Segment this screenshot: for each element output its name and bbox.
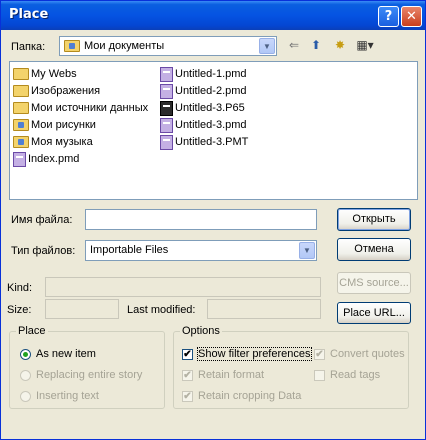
place-group-title: Place xyxy=(16,325,48,337)
options-group-title: Options xyxy=(180,325,222,337)
filename-input[interactable] xyxy=(85,209,317,230)
folder-icon xyxy=(13,68,29,81)
open-button[interactable]: Открыть xyxy=(337,208,411,231)
list-item[interactable]: Untitled-1.pmd xyxy=(160,66,247,83)
new-folder-icon[interactable]: ✸ xyxy=(331,37,349,53)
help-button[interactable]: ? xyxy=(378,6,399,27)
filetype-value: Importable Files xyxy=(90,244,169,256)
list-item[interactable]: Untitled-3.PMT xyxy=(160,134,248,151)
kind-label: Kind: xyxy=(7,282,33,294)
convert-quotes-label: Convert quotes xyxy=(330,348,405,360)
kind-field xyxy=(45,277,321,297)
list-item[interactable]: Untitled-2.pmd xyxy=(160,83,247,100)
inserting-text-label: Inserting text xyxy=(36,390,99,402)
file-list[interactable]: My Webs Изображения Мои источники данных… xyxy=(9,61,418,200)
retain-cropping-checkbox: ✔ xyxy=(182,391,193,402)
lookin-value: Мои документы xyxy=(84,40,165,52)
place-dialog: Place ? ✕ Папка: Мои документы ▼ ⇐ ⬆ ✸ ▦… xyxy=(0,0,426,440)
retain-format-label: Retain format xyxy=(198,369,265,381)
music-folder-icon xyxy=(13,136,29,149)
list-item[interactable]: Мои источники данных xyxy=(13,100,148,117)
document-icon xyxy=(13,151,26,167)
filetype-label: Тип файлов: xyxy=(11,245,76,257)
read-tags-label: Read tags xyxy=(330,369,381,381)
lookin-label: Папка: xyxy=(11,41,46,53)
size-field xyxy=(45,299,119,319)
as-new-item-radio[interactable] xyxy=(20,349,31,360)
list-item[interactable]: Изображения xyxy=(13,83,100,100)
title-bar[interactable]: Place ? ✕ xyxy=(1,1,425,30)
place-url-button[interactable]: Place URL... xyxy=(337,302,411,324)
convert-quotes-checkbox: ✔ xyxy=(314,349,325,360)
lookin-combo[interactable]: Мои документы ▼ xyxy=(59,36,277,56)
chevron-down-icon[interactable]: ▼ xyxy=(299,242,315,259)
cms-source-button: CMS source... xyxy=(337,272,411,294)
retain-cropping-label: Retain cropping Data xyxy=(198,390,302,402)
show-filter-label[interactable]: Show filter preferences xyxy=(197,347,312,361)
back-icon[interactable]: ⇐ xyxy=(285,37,303,53)
size-label: Size: xyxy=(7,304,32,316)
window-title: Place xyxy=(9,7,49,22)
read-tags-checkbox xyxy=(314,370,325,381)
replacing-story-label: Replacing entire story xyxy=(36,369,143,381)
list-item[interactable]: My Webs xyxy=(13,66,77,83)
document-icon xyxy=(160,117,173,133)
chevron-down-icon[interactable]: ▼ xyxy=(259,38,275,54)
document-icon xyxy=(160,66,173,82)
show-filter-checkbox[interactable]: ✔ xyxy=(182,349,193,360)
pictures-folder-icon xyxy=(13,119,29,132)
document-icon xyxy=(160,134,173,150)
inserting-text-radio xyxy=(20,391,31,402)
folder-icon xyxy=(13,102,29,115)
as-new-item-label: As new item xyxy=(36,348,96,360)
folder-icon xyxy=(13,85,29,98)
view-menu-icon[interactable]: ▦▾ xyxy=(353,37,377,53)
replacing-story-radio xyxy=(20,370,31,381)
document-icon xyxy=(160,83,173,99)
retain-format-checkbox: ✔ xyxy=(182,370,193,381)
cancel-button[interactable]: Отмена xyxy=(337,238,411,261)
list-item[interactable]: Мои рисунки xyxy=(13,117,96,134)
filetype-combo[interactable]: Importable Files ▼ xyxy=(85,240,317,261)
close-button[interactable]: ✕ xyxy=(401,6,422,27)
list-item[interactable]: Index.pmd xyxy=(13,151,79,168)
options-group: Options ✔ Show filter preferences ✔ Conv… xyxy=(173,325,409,409)
last-modified-label: Last modified: xyxy=(127,304,196,316)
list-item[interactable]: Моя музыка xyxy=(13,134,93,151)
list-item[interactable]: Untitled-3.pmd xyxy=(160,117,247,134)
list-item[interactable]: Untitled-3.P65 xyxy=(160,100,245,117)
folder-icon xyxy=(64,40,80,53)
place-group: Place As new item Replacing entire story… xyxy=(9,325,165,409)
last-modified-field xyxy=(207,299,321,319)
up-folder-icon[interactable]: ⬆ xyxy=(307,37,325,53)
filename-label: Имя файла: xyxy=(11,214,73,226)
document-icon xyxy=(160,100,173,116)
